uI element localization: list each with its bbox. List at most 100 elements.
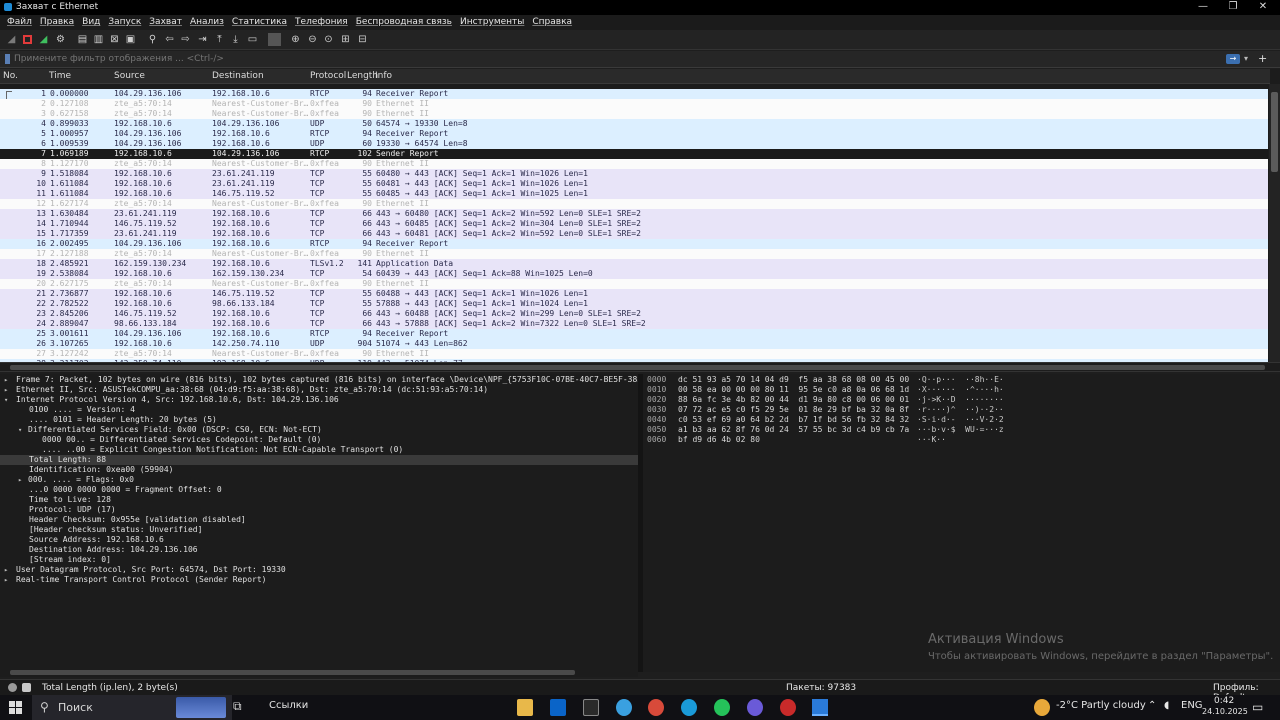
packet-row[interactable]: 16 2.002495 104.29.136.106 192.168.10.6 RTCP… (0, 239, 1268, 249)
hex-row[interactable]: 0050 a1 b3 aa 62 8f 76 0d 24 57 55 bc 3d … (647, 425, 1067, 435)
normal-size-icon[interactable]: ⊙ (322, 33, 335, 46)
detail-row[interactable]: Header Checksum: 0x955e [validation disa… (0, 515, 638, 525)
menu-telephony[interactable]: Телефония (291, 15, 352, 30)
packet-row[interactable]: 4 0.899033 192.168.10.6 104.29.136.106 UDP 50… (0, 119, 1268, 129)
capture-comment-icon[interactable] (22, 683, 31, 692)
packet-row[interactable]: 22 2.782522 192.168.10.6 98.66.133.184 TCP 55… (0, 299, 1268, 309)
discord-icon[interactable] (747, 699, 763, 716)
hex-row[interactable]: 0030 07 72 ac e5 c0 f5 29 5e 01 8e 29 bf … (647, 405, 1067, 415)
detail-row[interactable]: Total Length: 88 (0, 455, 638, 465)
display-filter-input[interactable] (14, 52, 1214, 66)
add-filter-button-icon[interactable]: + (1258, 52, 1267, 65)
expanded-arrow-icon[interactable]: ▾ (18, 425, 22, 435)
packet-row[interactable]: 18 2.485921 162.159.130.234 192.168.10.6 TLS… (0, 259, 1268, 269)
packet-row[interactable]: 25 3.001611 104.29.136.106 192.168.10.6 RTCP… (0, 329, 1268, 339)
detail-row[interactable]: 0100 .... = Version: 4 (0, 405, 638, 415)
hex-row[interactable]: 0020 88 6a fc 3e 4b 82 00 44 d1 9a 80 c8 … (647, 395, 1067, 405)
packet-row[interactable]: 9 1.518084 192.168.10.6 23.61.241.119 TCP 55 6… (0, 169, 1268, 179)
column-destination[interactable]: Destination (212, 71, 264, 81)
collapsed-arrow-icon[interactable]: ▸ (4, 375, 8, 385)
outlook-icon[interactable] (550, 699, 566, 716)
menu-wireless[interactable]: Беспроводная связь (352, 15, 456, 30)
copilot-icon[interactable] (616, 699, 632, 716)
menu-capture[interactable]: Захват (145, 15, 186, 30)
find-packet-icon[interactable]: ⚲ (146, 33, 159, 46)
packet-row[interactable]: 10 1.611084 192.168.10.6 23.61.241.119 TCP 55… (0, 179, 1268, 189)
taskbar-links-toolbar[interactable]: Ссылки (269, 700, 308, 711)
packet-row[interactable]: 26 3.107265 192.168.10.6 142.250.74.110 UDP 9… (0, 339, 1268, 349)
collapsed-arrow-icon[interactable]: ▸ (4, 385, 8, 395)
close-button[interactable]: ✕ (1248, 0, 1278, 15)
detail-row[interactable]: 0000 00.. = Differentiated Services Code… (0, 435, 638, 445)
save-file-icon[interactable]: ▥ (92, 33, 105, 46)
go-back-icon[interactable]: ⇦ (163, 33, 176, 46)
menu-edit[interactable]: Правка (36, 15, 78, 30)
packet-row[interactable]: 13 1.630484 23.61.241.119 192.168.10.6 TCP 66… (0, 209, 1268, 219)
column-protocol[interactable]: Protocol (310, 71, 346, 81)
detail-row[interactable]: ▸ Frame 7: Packet, 102 bytes on wire (816… (0, 375, 638, 385)
taskbar-search-box[interactable]: ⚲ Поиск (32, 695, 232, 720)
packet-row[interactable]: 20 2.627175 zte_a5:70:14 Nearest-Customer-B… (0, 279, 1268, 289)
autoscroll-icon[interactable]: ▭ (246, 33, 259, 46)
menu-statistics[interactable]: Статистика (228, 15, 291, 30)
apply-filter-icon[interactable]: → (1226, 54, 1240, 64)
clock-date[interactable]: 24.10.2025 (1202, 707, 1248, 716)
hex-row[interactable]: 0040 c0 53 ef 69 a0 64 b2 2d b7 1f bd 56 … (647, 415, 1067, 425)
filter-dropdown-icon[interactable]: ▾ (1244, 54, 1248, 63)
wireshark-taskbar-icon[interactable] (812, 699, 828, 716)
detail-row[interactable]: ▾ Internet Protocol Version 4, Src: 192.1… (0, 395, 638, 405)
collapsed-arrow-icon[interactable]: ▸ (4, 575, 8, 585)
expert-info-icon[interactable] (8, 683, 17, 692)
detail-row[interactable]: Identification: 0xea00 (59904) (0, 465, 638, 475)
packet-row[interactable]: 6 1.009539 104.29.136.106 192.168.10.6 UDP 60… (0, 139, 1268, 149)
detail-row[interactable]: ▸ Ethernet II, Src: ASUSTekCOMPU_aa:38:68… (0, 385, 638, 395)
menu-go[interactable]: Запуск (104, 15, 145, 30)
detail-row[interactable]: ▸ 000. .... = Flags: 0x0 (0, 475, 638, 485)
packet-row[interactable]: 15 1.717359 23.61.241.119 192.168.10.6 TCP 66… (0, 229, 1268, 239)
restore-button[interactable]: ❐ (1218, 0, 1248, 15)
packet-row[interactable]: 12 1.627174 zte_a5:70:14 Nearest-Customer-B… (0, 199, 1268, 209)
reload-file-icon[interactable]: ▣ (124, 33, 137, 46)
weather-icon[interactable] (1034, 699, 1050, 716)
restart-capture-icon[interactable]: ◢ (37, 33, 50, 46)
zoom-in-icon[interactable]: ⊕ (289, 33, 302, 46)
menu-file[interactable]: Файл (3, 15, 36, 30)
collapsed-arrow-icon[interactable]: ▸ (18, 475, 22, 485)
packet-row[interactable]: 5 1.000957 104.29.136.106 192.168.10.6 RTCP 9… (0, 129, 1268, 139)
column-source[interactable]: Source (114, 71, 145, 81)
recorder-icon[interactable] (780, 699, 796, 716)
edge-icon[interactable] (681, 699, 697, 716)
packet-row[interactable]: 21 2.736877 192.168.10.6 146.75.119.52 TCP 55… (0, 289, 1268, 299)
column-length[interactable]: Length (347, 71, 378, 81)
column-info[interactable]: Info (375, 71, 392, 81)
packet-row[interactable]: 23 2.845206 146.75.119.52 192.168.10.6 TCP 66… (0, 309, 1268, 319)
task-view-icon[interactable]: ⧉ (233, 699, 242, 716)
hex-row[interactable]: 0010 00 58 ea 00 00 00 80 11 95 5e c0 a8 … (647, 385, 1067, 395)
whatsapp-icon[interactable] (714, 699, 730, 716)
open-file-icon[interactable]: ▤ (76, 33, 89, 46)
packet-list-hscroll[interactable] (0, 362, 1280, 372)
details-hscroll-thumb[interactable] (10, 670, 575, 675)
detail-row[interactable]: Time to Live: 128 (0, 495, 638, 505)
packet-row[interactable]: 11 1.611084 192.168.10.6 146.75.119.52 TCP 55… (0, 189, 1268, 199)
windows-start-icon[interactable] (9, 701, 23, 718)
packet-row[interactable]: 7 1.069189 192.168.10.6 104.29.136.106 RTCP 1… (0, 149, 1268, 159)
packet-list-scroll-thumb[interactable] (1271, 92, 1278, 172)
menu-analyze[interactable]: Анализ (186, 15, 228, 30)
packet-row[interactable]: 3 0.627158 zte_a5:70:14 Nearest-Customer-Br… (0, 109, 1268, 119)
menu-view[interactable]: Вид (78, 15, 104, 30)
hex-row[interactable]: 0060 bf d9 d6 4b 02 80 ···K·· (647, 435, 1067, 445)
clock-time[interactable]: 0:42 (1214, 696, 1234, 706)
detail-row[interactable]: Protocol: UDP (17) (0, 505, 638, 515)
details-hscroll[interactable] (0, 668, 638, 677)
file-explorer-icon[interactable] (517, 699, 533, 716)
zoom-out-icon[interactable]: ⊖ (306, 33, 319, 46)
column-no[interactable]: No. (3, 71, 18, 81)
menu-help[interactable]: Справка (528, 15, 576, 30)
expanded-arrow-icon[interactable]: ▾ (4, 395, 8, 405)
store-icon[interactable] (583, 699, 599, 716)
last-packet-icon[interactable]: ⤓ (229, 33, 242, 46)
packet-row[interactable]: 2 0.127108 zte_a5:70:14 Nearest-Customer-Br… (0, 99, 1268, 109)
expand-icon[interactable]: ⊟ (356, 33, 369, 46)
stop-capture-icon[interactable] (21, 33, 34, 46)
